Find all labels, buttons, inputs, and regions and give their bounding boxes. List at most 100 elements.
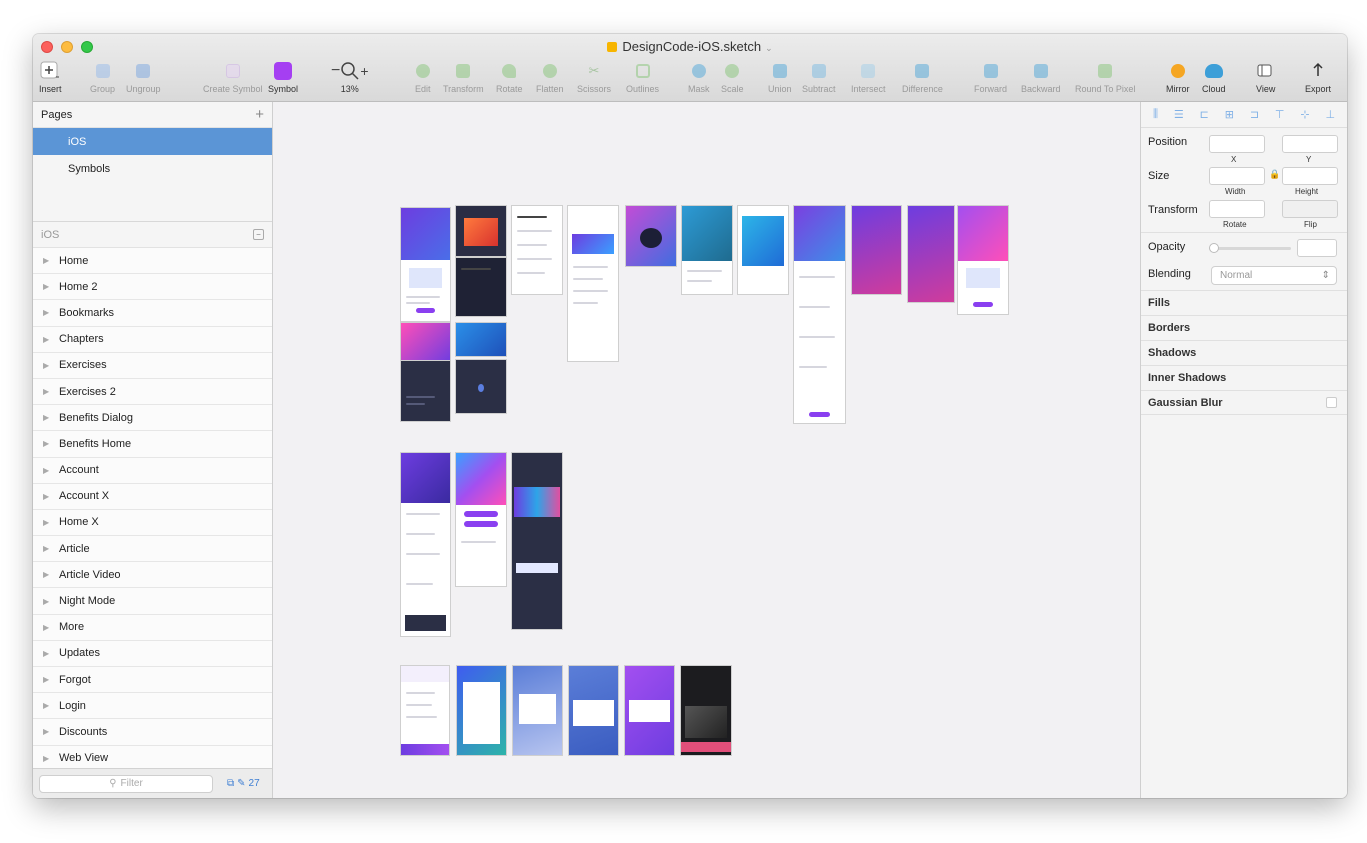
artboard-benefits-dialog[interactable] — [737, 205, 789, 295]
artboard-home-2-night[interactable] — [455, 359, 507, 414]
artboard-home-x[interactable] — [957, 205, 1009, 315]
align-top-icon[interactable]: ⊤ — [1275, 108, 1285, 121]
artboard-updates[interactable] — [456, 665, 507, 756]
disclosure-triangle-icon[interactable]: ▶ — [43, 282, 59, 291]
layer-item-benefits-dialog[interactable]: ▶ Benefits Dialog — [33, 405, 272, 432]
rotate-button[interactable]: Rotate — [496, 60, 523, 94]
artboard-account-x[interactable] — [907, 205, 955, 303]
design-canvas[interactable] — [273, 102, 1140, 798]
transform-button[interactable]: Transform — [443, 60, 484, 94]
layer-item-home[interactable]: ▶ Home — [33, 248, 272, 275]
round-to-pixel-button[interactable]: Round To Pixel — [1075, 60, 1135, 94]
disclosure-triangle-icon[interactable]: ▶ — [43, 466, 59, 475]
artboard-night-mode[interactable] — [511, 452, 563, 630]
opacity-slider-knob[interactable] — [1209, 243, 1219, 253]
align-left-icon[interactable]: ⊏ — [1200, 108, 1209, 121]
artboard-article-video[interactable] — [455, 452, 507, 587]
backward-button[interactable]: Backward — [1021, 60, 1061, 94]
height-field[interactable] — [1282, 167, 1338, 185]
export-button[interactable]: Export — [1305, 60, 1331, 94]
disclosure-triangle-icon[interactable]: ▶ — [43, 308, 59, 317]
layer-item-discounts[interactable]: ▶ Discounts — [33, 719, 272, 746]
align-middle-icon[interactable]: ⊹ — [1300, 108, 1309, 121]
artboard-home-2-cards[interactable] — [455, 322, 507, 357]
mirror-button[interactable]: Mirror — [1166, 60, 1190, 94]
opacity-field[interactable] — [1297, 239, 1337, 257]
layer-item-article[interactable]: ▶ Article — [33, 536, 272, 563]
gaussian-blur-section[interactable]: Gaussian Blur — [1141, 390, 1347, 415]
layer-item-exercises[interactable]: ▶ Exercises — [33, 352, 272, 379]
outlines-button[interactable]: Outlines — [626, 60, 659, 94]
page-item-ios[interactable]: iOS — [33, 128, 272, 155]
gaussian-blur-checkbox[interactable] — [1326, 397, 1337, 408]
scissors-button[interactable]: ✂ Scissors — [577, 60, 611, 94]
disclosure-triangle-icon[interactable]: ▶ — [43, 413, 59, 422]
artboard-discounts[interactable] — [624, 665, 675, 756]
layer-item-home-x[interactable]: ▶ Home X — [33, 509, 272, 537]
artboard-exercises[interactable] — [625, 205, 677, 267]
flip-buttons[interactable] — [1282, 200, 1338, 218]
artboard-home[interactable] — [400, 207, 451, 322]
borders-section[interactable]: Borders — [1141, 315, 1347, 340]
layer-item-more[interactable]: ▶ More — [33, 614, 272, 641]
disclosure-triangle-icon[interactable]: ▶ — [43, 256, 59, 265]
layer-item-account-x[interactable]: ▶ Account X — [33, 483, 272, 510]
disclosure-triangle-icon[interactable]: ▶ — [43, 675, 59, 684]
create-symbol-button[interactable]: Create Symbol — [203, 60, 263, 94]
flatten-button[interactable]: Flatten — [536, 60, 564, 94]
disclosure-triangle-icon[interactable]: ▶ — [43, 387, 59, 396]
artboard-benefits-home[interactable] — [793, 205, 846, 424]
disclosure-triangle-icon[interactable]: ▶ — [43, 623, 59, 632]
layer-item-night-mode[interactable]: ▶ Night Mode — [33, 588, 272, 615]
align-bottom-icon[interactable]: ⊥ — [1325, 108, 1335, 121]
edit-button[interactable]: Edit — [415, 60, 431, 94]
artboard-web-view[interactable] — [680, 665, 732, 756]
artboard-home-dark[interactable] — [400, 360, 451, 422]
shadows-section[interactable]: Shadows — [1141, 340, 1347, 365]
distribute-vertical-icon[interactable]: ☰ — [1174, 108, 1184, 121]
disclosure-triangle-icon[interactable]: ▶ — [43, 492, 59, 501]
difference-button[interactable]: Difference — [902, 60, 943, 94]
artboard-exercises-2[interactable] — [681, 205, 733, 295]
lock-ratio-icon[interactable]: 🔒 — [1269, 169, 1280, 180]
layer-item-bookmarks[interactable]: ▶ Bookmarks — [33, 300, 272, 327]
union-button[interactable]: Union — [768, 60, 792, 94]
disclosure-triangle-icon[interactable]: ▶ — [43, 701, 59, 710]
layer-item-chapters[interactable]: ▶ Chapters — [33, 326, 272, 353]
width-field[interactable] — [1209, 167, 1265, 185]
ungroup-button[interactable]: Ungroup — [126, 60, 161, 94]
cloud-button[interactable]: Cloud — [1202, 60, 1226, 94]
artboard-chapters[interactable] — [567, 205, 619, 362]
inner-shadows-section[interactable]: Inner Shadows — [1141, 365, 1347, 390]
layer-item-benefits-home[interactable]: ▶ Benefits Home — [33, 431, 272, 458]
view-button[interactable]: View — [1256, 60, 1275, 94]
footer-export-slices[interactable]: ⧉ ✎ 27 — [227, 778, 260, 789]
disclosure-triangle-icon[interactable]: ▶ — [43, 335, 59, 344]
artboard-home-banner[interactable] — [400, 322, 451, 362]
align-right-icon[interactable]: ⊐ — [1250, 108, 1259, 121]
artboard-login[interactable] — [568, 665, 619, 756]
mask-button[interactable]: Mask — [688, 60, 710, 94]
layer-item-home-2[interactable]: ▶ Home 2 — [33, 274, 272, 301]
layer-item-account[interactable]: ▶ Account — [33, 457, 272, 484]
artboard-bookmarks[interactable] — [511, 205, 563, 295]
symbol-button[interactable]: Symbol — [268, 60, 298, 94]
artboard-forgot[interactable] — [512, 665, 563, 756]
disclosure-triangle-icon[interactable]: ▶ — [43, 439, 59, 448]
layer-item-exercises-2[interactable]: ▶ Exercises 2 — [33, 378, 272, 406]
disclosure-triangle-icon[interactable]: ▶ — [43, 597, 59, 606]
layer-item-forgot[interactable]: ▶ Forgot — [33, 667, 272, 694]
artboard-home-2-dark[interactable] — [455, 257, 507, 317]
subtract-button[interactable]: Subtract — [802, 60, 836, 94]
disclosure-triangle-icon[interactable]: ▶ — [43, 727, 59, 736]
position-y-field[interactable] — [1282, 135, 1338, 153]
distribute-horizontal-icon[interactable]: ⫼ — [1153, 108, 1158, 121]
fills-section[interactable]: Fills — [1141, 290, 1347, 315]
disclosure-triangle-icon[interactable]: ▶ — [43, 570, 59, 579]
opacity-slider[interactable] — [1209, 243, 1291, 253]
document-title[interactable]: DesignCode-iOS.sketch ⌄ — [33, 39, 1347, 54]
disclosure-triangle-icon[interactable]: ▶ — [43, 649, 59, 658]
blending-select[interactable]: Normal ⇕ — [1211, 266, 1337, 285]
zoom-control[interactable]: − + 13% — [331, 60, 369, 94]
artboard-home-2[interactable] — [455, 205, 507, 257]
